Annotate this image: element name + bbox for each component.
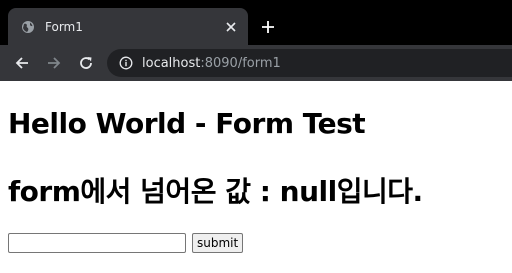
url-host: localhost [142, 55, 201, 71]
tab-strip: Form1 [0, 0, 512, 45]
toolbar: localhost:8090/form1 [0, 45, 512, 81]
close-icon[interactable] [223, 19, 239, 35]
back-arrow-icon[interactable] [12, 53, 32, 73]
address-bar[interactable]: localhost:8090/form1 [107, 49, 512, 77]
tab-title: Form1 [45, 19, 83, 34]
page-title: Hello World - Form Test [8, 107, 366, 140]
url-text: localhost:8090/form1 [142, 56, 281, 71]
text-input[interactable] [8, 233, 186, 253]
result-heading: form에서 넘어온 값 : null입니다. [8, 175, 423, 208]
submit-button[interactable]: submit [192, 233, 244, 253]
page-content: Hello World - Form Test form에서 넘어온 값 : n… [0, 81, 512, 273]
url-path: :8090/form1 [200, 55, 281, 71]
info-icon[interactable] [119, 56, 133, 70]
plus-icon[interactable] [258, 17, 278, 37]
reload-icon[interactable] [76, 53, 96, 73]
tab-form1[interactable]: Form1 [8, 8, 248, 45]
browser-window: Form1 localhost:8090/form1 Hello World -… [0, 0, 512, 273]
form: submit [8, 233, 244, 253]
forward-arrow-icon[interactable] [44, 53, 64, 73]
globe-icon [21, 20, 35, 34]
